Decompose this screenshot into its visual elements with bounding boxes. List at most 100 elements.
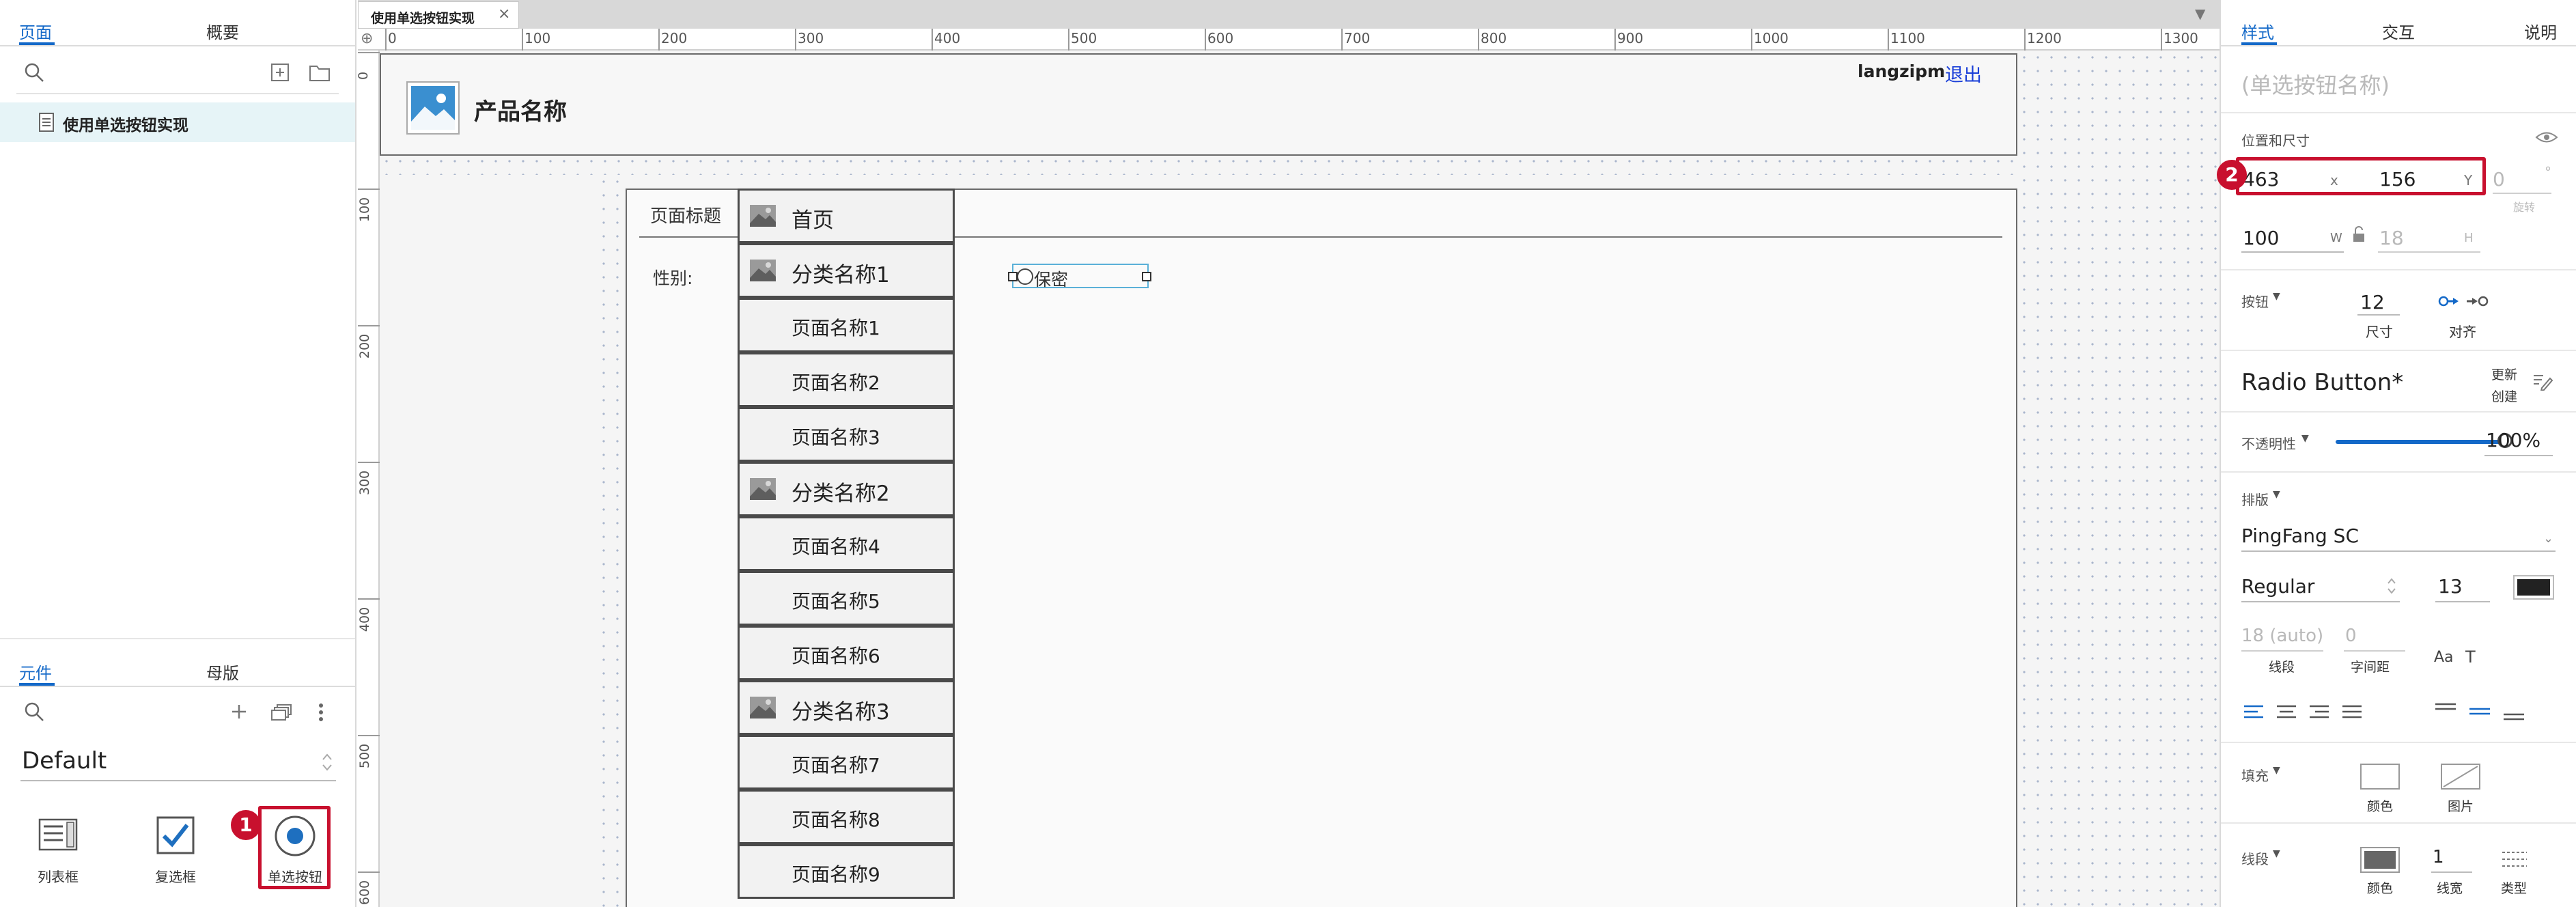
font-color-fill: [2517, 579, 2550, 596]
resize-handle[interactable]: [1008, 272, 1018, 281]
nav-item[interactable]: 分类名称3: [738, 680, 955, 735]
lock-icon[interactable]: [2352, 225, 2366, 243]
divider: [2221, 411, 2576, 413]
search-icon[interactable]: [23, 61, 45, 83]
nav-item[interactable]: 页面名称1: [738, 298, 955, 352]
nav-label: 分类名称1: [792, 263, 890, 288]
nav-item[interactable]: 页面名称6: [738, 626, 955, 680]
fill-label[interactable]: 填充: [2241, 765, 2269, 785]
update-style-link[interactable]: 更新: [2491, 365, 2517, 383]
tab-style[interactable]: 样式: [2241, 19, 2274, 43]
char-spacing-input[interactable]: 0: [2345, 626, 2357, 646]
ruler-label: 200: [358, 333, 373, 359]
nav-item[interactable]: 页面名称3: [738, 407, 955, 462]
ruler-label: 1100: [1890, 30, 1925, 46]
ruler-tick: [2024, 29, 2026, 51]
rotation-input[interactable]: 0: [2493, 168, 2505, 191]
font-color-swatch[interactable]: [2513, 575, 2554, 600]
highlight-box: [2236, 157, 2486, 195]
size-input[interactable]: 12: [2360, 291, 2385, 313]
font-size-input[interactable]: 13: [2438, 575, 2463, 598]
opacity-underline: [2484, 455, 2553, 456]
nav-item[interactable]: 分类名称2: [738, 462, 955, 516]
widget-checkbox[interactable]: 复选框: [138, 811, 213, 893]
ruler-label: 300: [798, 30, 824, 46]
tab-pages[interactable]: 页面: [19, 19, 52, 43]
nav-item[interactable]: 首页: [738, 189, 955, 243]
create-style-link[interactable]: 创建: [2491, 387, 2517, 405]
nav-item[interactable]: 页面名称7: [738, 735, 955, 790]
opacity-input[interactable]: 100%: [2486, 429, 2540, 451]
nav-item[interactable]: 页面名称8: [738, 790, 955, 844]
document-tab[interactable]: 使用单选按钮实现 ×: [358, 1, 519, 29]
button-section-label[interactable]: 按钮: [2241, 291, 2269, 311]
text-case-icon[interactable]: Aa: [2434, 649, 2454, 666]
add-page-icon[interactable]: [270, 63, 290, 82]
tab-dropdown-icon[interactable]: ▼: [2195, 5, 2205, 22]
font-family-select[interactable]: PingFang SC: [2241, 525, 2359, 547]
size-underline: [2357, 314, 2400, 316]
widget-listbox[interactable]: 列表框: [20, 811, 96, 893]
chevron-down-icon: ▼: [2273, 291, 2280, 302]
tab-masters[interactable]: 母版: [206, 660, 239, 684]
tab-interaction[interactable]: 交互: [2382, 19, 2415, 43]
vertical-align-icons[interactable]: [2435, 702, 2538, 723]
library-select[interactable]: Default: [22, 747, 107, 775]
more-icon[interactable]: [316, 702, 326, 723]
opacity-label[interactable]: 不透明性: [2241, 433, 2296, 453]
font-weight-select[interactable]: Regular: [2241, 575, 2314, 598]
eye-icon[interactable]: [2535, 130, 2558, 145]
align-radio-icon[interactable]: [2438, 294, 2489, 309]
edit-style-icon[interactable]: [2532, 372, 2553, 391]
text-style-icon[interactable]: T: [2465, 647, 2476, 667]
tab-widgets[interactable]: 元件: [19, 660, 52, 684]
select-arrows-icon[interactable]: [321, 751, 333, 773]
tab-notes[interactable]: 说明: [2524, 19, 2557, 43]
typography-label[interactable]: 排版: [2241, 489, 2269, 509]
nav-item[interactable]: 页面名称4: [738, 516, 955, 571]
ruler-tick: [658, 29, 660, 51]
page-item[interactable]: 使用单选按钮实现: [0, 102, 355, 142]
logout-link[interactable]: 退出: [1945, 60, 1982, 87]
tab-outline[interactable]: 概要: [206, 19, 239, 43]
height-input[interactable]: 18: [2379, 227, 2404, 249]
nav-item[interactable]: 页面名称9: [738, 844, 955, 899]
nav-item[interactable]: 页面名称2: [738, 352, 955, 407]
add-library-icon[interactable]: [231, 703, 247, 720]
search-icon[interactable]: [23, 701, 45, 723]
radio-secret-selected[interactable]: 保密: [1008, 264, 1151, 290]
ruler-tick: [1751, 29, 1752, 51]
checkbox-icon: [156, 816, 195, 854]
border-color-swatch[interactable]: [2360, 847, 2400, 873]
image-placeholder-icon: [750, 697, 776, 718]
library-select-underline: [20, 780, 336, 781]
border-type-icon[interactable]: [2501, 850, 2528, 870]
radio-label: 保密: [1034, 270, 1069, 290]
close-icon[interactable]: ×: [498, 5, 510, 23]
line-height-input[interactable]: 18 (auto): [2241, 626, 2323, 646]
image-placeholder-icon: [750, 260, 776, 281]
library-stack-icon[interactable]: [270, 703, 292, 721]
width-input[interactable]: 100: [2243, 227, 2279, 249]
widget-name-input[interactable]: (单选按钮名称): [2241, 68, 2390, 100]
grid-area: [2017, 51, 2220, 907]
nav-item[interactable]: 页面名称5: [738, 571, 955, 626]
add-folder-icon[interactable]: [309, 63, 331, 82]
border-label[interactable]: 线段: [2241, 848, 2269, 868]
font-size-underline: [2435, 601, 2490, 602]
opacity-slider-track[interactable]: [2336, 440, 2505, 444]
fill-color-swatch[interactable]: [2360, 764, 2400, 790]
ruler-label: 100: [358, 197, 373, 223]
border-width-input[interactable]: 1: [2433, 847, 2444, 867]
widget-label: 列表框: [38, 869, 79, 885]
style-name[interactable]: Radio Button*: [2241, 369, 2403, 396]
ruler-tick: [1478, 29, 1479, 51]
logo-image-icon: [406, 81, 460, 135]
resize-handle[interactable]: [1142, 272, 1151, 281]
nav-item[interactable]: 分类名称1: [738, 243, 955, 298]
tab-strip: [358, 0, 2220, 29]
text-align-icons[interactable]: [2244, 703, 2367, 721]
page-icon: [39, 113, 54, 132]
fill-image-icon[interactable]: [2441, 764, 2480, 790]
select-arrows-icon[interactable]: [2386, 575, 2397, 597]
